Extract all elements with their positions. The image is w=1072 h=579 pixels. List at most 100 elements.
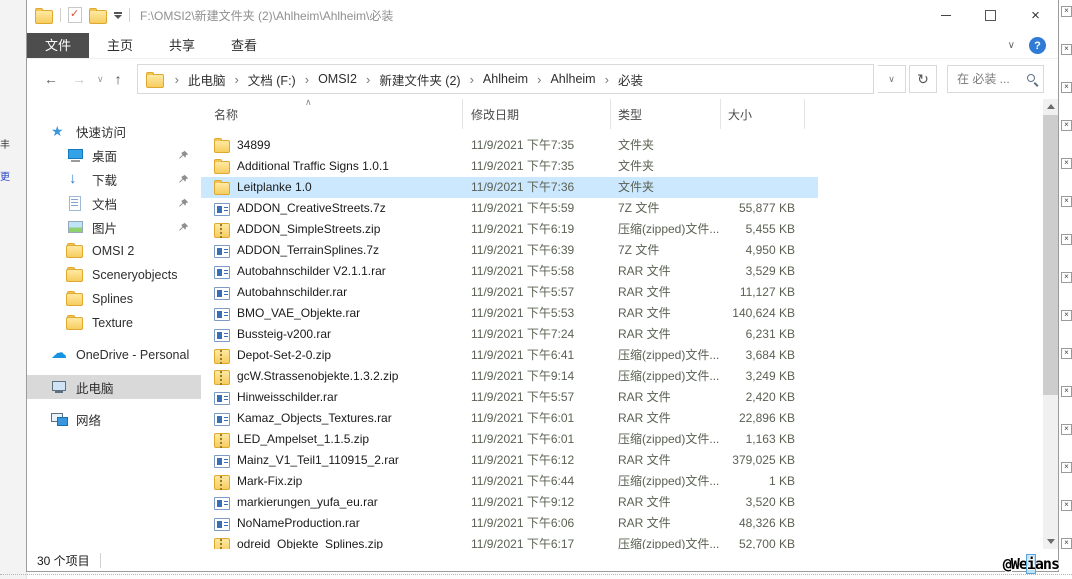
scroll-down-icon[interactable] xyxy=(1043,534,1058,549)
sidebar-item-icon xyxy=(66,291,84,308)
up-button[interactable]: ↑ xyxy=(110,71,127,87)
breadcrumb-item[interactable]: 此电脑 xyxy=(166,70,226,89)
file-date: 11/9/2021 下午6:17 xyxy=(471,537,575,549)
table-row[interactable]: NoNameProduction.rar 11/9/2021 下午6:06 RA… xyxy=(201,513,818,534)
customize-toolbar-icon[interactable] xyxy=(114,11,122,19)
table-row[interactable]: Additional Traffic Signs 1.0.1 11/9/2021… xyxy=(201,156,818,177)
scrollbar-thumb[interactable] xyxy=(1043,115,1058,395)
file-type-icon xyxy=(214,328,230,342)
table-row[interactable]: Mainz_V1_Teil1_110915_2.rar 11/9/2021 下午… xyxy=(201,450,818,471)
table-row[interactable]: LED_Ampelset_1.1.5.zip 11/9/2021 下午6:01 … xyxy=(201,429,818,450)
sidebar-item[interactable]: Sceneryobjects xyxy=(27,263,201,287)
ribbon-tab[interactable]: 文件 xyxy=(27,33,90,58)
ribbon-tab[interactable]: 查看 xyxy=(213,33,275,58)
sidebar-item[interactable]: Texture xyxy=(27,311,201,335)
ribbon-tab[interactable]: 主页 xyxy=(89,33,151,58)
sidebar-item[interactable]: 网络 xyxy=(27,407,201,431)
recent-locations-icon[interactable]: ∨ xyxy=(95,74,106,85)
table-row[interactable]: ADDON_SimpleStreets.zip 11/9/2021 下午6:19… xyxy=(201,219,818,240)
sidebar-item[interactable]: 此电脑 xyxy=(27,375,201,399)
item-count: 30 个项目 xyxy=(37,553,90,568)
divider xyxy=(129,8,130,22)
file-type: RAR 文件 xyxy=(618,453,671,467)
sidebar-item[interactable]: OneDrive - Personal xyxy=(27,343,201,367)
column-header-date[interactable]: 修改日期 xyxy=(463,99,611,129)
column-header-type[interactable]: 类型 xyxy=(611,99,721,129)
back-button[interactable]: ← xyxy=(39,71,63,87)
collapse-ribbon-icon[interactable]: ∨ xyxy=(1008,40,1015,51)
file-name: Leitplanke 1.0 xyxy=(237,180,312,194)
file-name-cell: Leitplanke 1.0 xyxy=(201,177,463,198)
column-header-size[interactable]: 大小 xyxy=(721,99,805,129)
help-icon[interactable]: ? xyxy=(1029,37,1046,54)
table-row[interactable]: odreid_Objekte_Splines.zip 11/9/2021 下午6… xyxy=(201,534,818,549)
breadcrumb-item[interactable]: OMSI2 xyxy=(296,72,357,87)
table-row[interactable]: Hinweisschilder.rar 11/9/2021 下午5:57 RAR… xyxy=(201,387,818,408)
table-row[interactable]: markierungen_yufa_eu.rar 11/9/2021 下午9:1… xyxy=(201,492,818,513)
breadcrumb-item[interactable]: 必装 xyxy=(596,70,643,89)
title-bar[interactable]: F:\OMSI2\新建文件夹 (2)\Ahlheim\Ahlheim\必装 × xyxy=(27,0,1058,30)
sidebar-item[interactable]: 快速访问 xyxy=(27,119,201,143)
sidebar-item-label: 网络 xyxy=(76,413,102,428)
ribbon-right-controls: ∨ ? xyxy=(1008,37,1046,54)
sidebar-item[interactable]: 桌面 xyxy=(27,143,201,167)
file-pane: ∧ 名称 修改日期 类型 大小 34899 11/9/2021 下午7:35 文… xyxy=(201,99,1058,549)
file-type-icon xyxy=(214,137,230,153)
file-type: 压缩(zipped)文件... xyxy=(618,537,720,549)
table-row[interactable]: Autobahnschilder V2.1.1.rar 11/9/2021 下午… xyxy=(201,261,818,282)
search-input[interactable] xyxy=(955,71,1025,87)
file-size: 6,231 KB xyxy=(745,327,795,341)
sidebar-item[interactable]: Splines xyxy=(27,287,201,311)
sidebar-item[interactable]: OMSI 2 xyxy=(27,239,201,263)
ribbon-tab[interactable]: 共享 xyxy=(151,33,213,58)
search-box[interactable] xyxy=(947,65,1044,93)
forward-button[interactable]: → xyxy=(67,71,91,87)
file-type: RAR 文件 xyxy=(618,516,671,530)
file-date: 11/9/2021 下午7:36 xyxy=(471,180,575,194)
sidebar-item[interactable]: 文档 xyxy=(27,191,201,215)
scroll-up-icon[interactable] xyxy=(1043,99,1058,114)
breadcrumb-item[interactable]: Ahlheim xyxy=(461,72,528,87)
maximize-button[interactable] xyxy=(968,0,1013,30)
close-button[interactable]: × xyxy=(1013,0,1058,30)
breadcrumb-item[interactable]: 文档 (F:) xyxy=(225,70,296,89)
search-icon[interactable] xyxy=(1025,72,1039,86)
explorer-window: F:\OMSI2\新建文件夹 (2)\Ahlheim\Ahlheim\必装 × … xyxy=(26,0,1059,572)
file-size: 3,529 KB xyxy=(745,264,795,278)
column-header-label: 类型 xyxy=(618,107,643,122)
breadcrumb-item[interactable]: Ahlheim xyxy=(528,72,595,87)
table-row[interactable]: Bussteig-v200.rar 11/9/2021 下午7:24 RAR 文… xyxy=(201,324,818,345)
table-row[interactable]: Depot-Set-2-0.zip 11/9/2021 下午6:41 压缩(zi… xyxy=(201,345,818,366)
breadcrumb-item[interactable]: 新建文件夹 (2) xyxy=(357,70,461,89)
file-name-cell: BMO_VAE_Objekte.rar xyxy=(201,303,463,324)
file-name-cell: Kamaz_Objects_Textures.rar xyxy=(201,408,463,429)
file-type-icon xyxy=(214,179,230,195)
address-bar[interactable]: 此电脑 文档 (F:) OMSI2 新建文件夹 (2) Ahlheim Ahlh… xyxy=(136,64,874,94)
column-header-name[interactable]: 名称 xyxy=(201,99,463,129)
table-row[interactable]: Mark-Fix.zip 11/9/2021 下午6:44 压缩(zipped)… xyxy=(201,471,818,492)
vertical-scrollbar[interactable] xyxy=(1043,99,1058,549)
sidebar-item[interactable]: 图片 xyxy=(27,215,201,239)
sidebar-item[interactable]: 下载 xyxy=(27,167,201,191)
file-type-icon xyxy=(214,369,230,385)
table-row[interactable]: Leitplanke 1.0 11/9/2021 下午7:36 文件夹 xyxy=(201,177,818,198)
table-row[interactable]: Autobahnschilder.rar 11/9/2021 下午5:57 RA… xyxy=(201,282,818,303)
breadcrumb-label: 新建文件夹 (2) xyxy=(379,73,461,88)
new-folder-icon[interactable] xyxy=(89,7,107,24)
properties-check-icon[interactable] xyxy=(68,7,82,23)
table-row[interactable]: ADDON_CreativeStreets.7z 11/9/2021 下午5:5… xyxy=(201,198,818,219)
table-row[interactable]: ADDON_TerrainSplines.7z 11/9/2021 下午6:39… xyxy=(201,240,818,261)
address-dropdown-icon[interactable]: ∨ xyxy=(878,65,906,93)
broken-image-icon: × xyxy=(1061,500,1072,511)
ribbon-tabs: ∨ ? 文件 主页 共享 查看 xyxy=(27,30,1058,59)
table-row[interactable]: BMO_VAE_Objekte.rar 11/9/2021 下午5:53 RAR… xyxy=(201,303,818,324)
broken-image-icon: × xyxy=(1061,196,1072,207)
file-name: odreid_Objekte_Splines.zip xyxy=(237,537,384,549)
table-row[interactable]: 34899 11/9/2021 下午7:35 文件夹 xyxy=(201,135,818,156)
refresh-icon[interactable]: ↻ xyxy=(909,65,937,93)
minimize-button[interactable] xyxy=(923,0,968,30)
table-row[interactable]: gcW.Strassenobjekte.1.3.2.zip 11/9/2021 … xyxy=(201,366,818,387)
file-type: RAR 文件 xyxy=(618,327,671,341)
broken-image-icon: × xyxy=(1061,44,1072,55)
table-row[interactable]: Kamaz_Objects_Textures.rar 11/9/2021 下午6… xyxy=(201,408,818,429)
